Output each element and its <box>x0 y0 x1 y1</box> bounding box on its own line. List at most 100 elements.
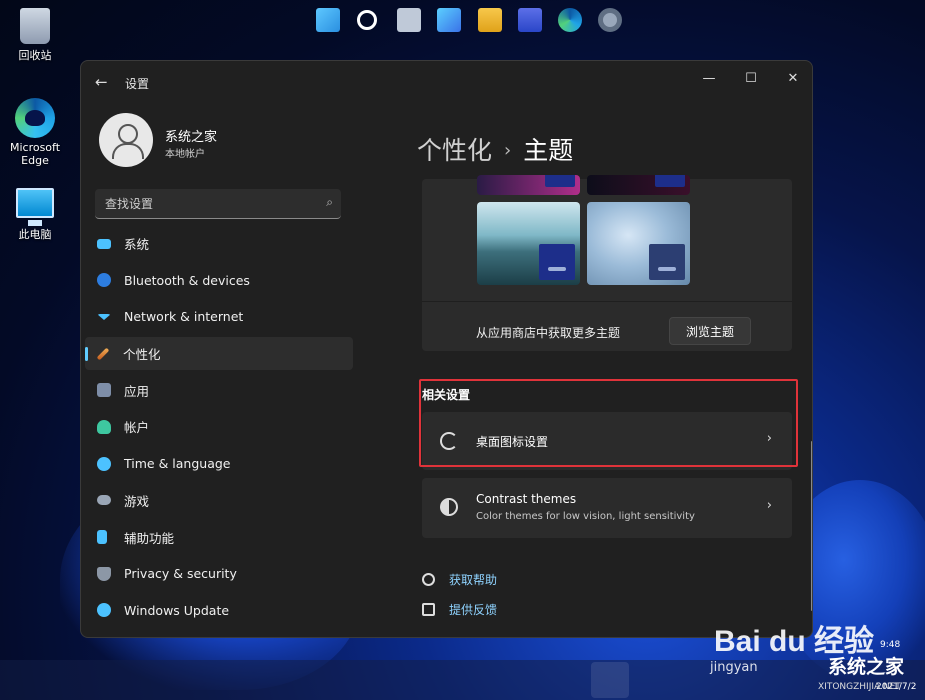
contrast-themes-label: Contrast themes <box>476 492 577 506</box>
sidebar-item-label: Network & internet <box>124 309 244 325</box>
related-settings-heading: 相关设置 <box>422 388 471 402</box>
sidebar-item-label: 帐户 <box>124 420 150 436</box>
sidebar-item-label: 辅助功能 <box>124 530 175 546</box>
sidebar-item-label: Time & language <box>124 456 231 472</box>
desktop-icon-settings-card[interactable]: 桌面图标设置 › <box>422 412 792 470</box>
chevron-right-icon: › <box>766 498 772 513</box>
sidebar-item-label: 应用 <box>124 383 150 399</box>
scrollbar[interactable] <box>811 441 812 611</box>
theme-preview-window <box>655 175 685 187</box>
watermark-pinyin: XITONGZHIJIA.NET <box>818 682 901 692</box>
edge-icon[interactable] <box>558 8 582 32</box>
give-feedback-link[interactable]: 提供反馈 <box>422 601 497 618</box>
widgets-icon[interactable] <box>437 8 461 32</box>
sidebar-item-bluetooth[interactable]: Bluetooth & devices <box>85 264 353 297</box>
watermark: Bai du 经验 jingyan 系统之家 XITONGZHIJIA.NET <box>710 610 925 700</box>
gamepad-icon <box>97 495 111 506</box>
feedback-icon <box>422 603 435 616</box>
desktop-icon-label: Microsoft Edge <box>9 141 61 167</box>
chevron-right-icon: › <box>504 140 512 161</box>
theme-preview-window <box>649 244 685 280</box>
breadcrumb: 个性化 › 主题 <box>417 131 573 167</box>
recycle-bin-icon <box>20 8 50 44</box>
taskbar-active-indicator <box>591 662 629 698</box>
sidebar-item-time-language[interactable]: Time & language <box>85 447 353 480</box>
divider <box>422 301 792 302</box>
desktop-icon-edge[interactable]: Microsoft Edge <box>4 98 66 167</box>
desktop-icon-settings-label: 桌面图标设置 <box>476 435 549 449</box>
contrast-themes-card[interactable]: Contrast themes Color themes for low vis… <box>422 478 792 538</box>
update-icon <box>97 603 111 618</box>
account-type: 本地帐户 <box>165 149 205 160</box>
task-view-icon[interactable] <box>397 8 421 32</box>
sidebar-item-apps[interactable]: 应用 <box>85 374 353 407</box>
search-box: ⌕ <box>95 189 341 219</box>
sidebar-item-gaming[interactable]: 游戏 <box>85 484 353 517</box>
give-feedback-label: 提供反馈 <box>449 603 498 617</box>
settings-window: ← 设置 — ☐ ✕ 系统之家 本地帐户 ⌕ 系统 Bluetooth & de… <box>80 60 813 638</box>
breadcrumb-parent[interactable]: 个性化 <box>417 136 492 165</box>
sidebar-item-label: 游戏 <box>124 493 150 509</box>
sidebar-item-network[interactable]: Network & internet <box>85 300 353 333</box>
desktop-icon-this-pc[interactable]: 此电脑 <box>4 188 66 242</box>
sidebar-item-label: Windows Update <box>124 602 230 618</box>
minimize-button[interactable]: — <box>689 67 729 91</box>
contrast-themes-description: Color themes for low vision, light sensi… <box>476 511 695 522</box>
desktop-icon-recycle-bin[interactable]: 回收站 <box>4 8 66 63</box>
store-themes-text: 从应用商店中获取更多主题 <box>476 326 621 340</box>
bluetooth-icon <box>97 273 111 288</box>
search-icon[interactable] <box>357 10 377 30</box>
theme-thumbnail-glow[interactable] <box>477 202 580 285</box>
apps-icon <box>97 383 111 398</box>
sidebar-item-personalization[interactable]: 个性化 <box>85 337 353 371</box>
sidebar-item-label: Bluetooth & devices <box>124 272 250 288</box>
theme-thumbnail[interactable] <box>587 175 690 195</box>
globe-clock-icon <box>97 456 111 471</box>
desktop-icon-label: 此电脑 <box>18 228 52 241</box>
title-bar: ← 设置 — ☐ ✕ <box>81 61 812 103</box>
sidebar-item-accounts[interactable]: 帐户 <box>85 410 353 443</box>
settings-gear-icon[interactable] <box>598 8 622 32</box>
themes-gallery-card: 从应用商店中获取更多主题 浏览主题 <box>422 175 792 351</box>
sidebar-item-label: 系统 <box>124 237 150 252</box>
maximize-button[interactable]: ☐ <box>731 67 771 91</box>
get-help-label: 获取帮助 <box>449 573 498 587</box>
desktop-icon-label: 回收站 <box>18 49 52 62</box>
back-arrow-icon[interactable]: ← <box>95 73 108 91</box>
accessibility-icon <box>97 530 107 544</box>
watermark-jingyan: jingyan <box>710 660 758 675</box>
window-title: 设置 <box>125 77 150 91</box>
theme-preview-window <box>539 244 575 280</box>
page-title: 主题 <box>523 136 574 165</box>
start-icon[interactable] <box>316 8 340 32</box>
watermark-site: 系统之家 <box>828 656 905 678</box>
sidebar-item-windows-update[interactable]: Windows Update <box>85 594 353 627</box>
theme-preview-window <box>545 175 575 187</box>
close-button[interactable]: ✕ <box>773 67 812 91</box>
browse-themes-button[interactable]: 浏览主题 <box>669 317 751 345</box>
sidebar-item-accessibility[interactable]: 辅助功能 <box>85 521 353 554</box>
theme-thumbnail-flow[interactable] <box>587 202 690 285</box>
system-icon <box>97 238 111 249</box>
help-icon <box>422 573 435 586</box>
brush-icon <box>96 347 110 360</box>
sidebar-nav: 系统 Bluetooth & devices Network & interne… <box>85 227 353 631</box>
wifi-icon <box>97 313 111 320</box>
theme-thumbnail[interactable] <box>477 175 580 195</box>
search-input[interactable] <box>105 195 305 213</box>
sidebar-item-label: Privacy & security <box>124 566 237 582</box>
user-profile[interactable]: 系统之家 本地帐户 <box>99 113 217 167</box>
edge-icon <box>15 98 55 138</box>
search-icon[interactable]: ⌕ <box>326 195 333 210</box>
person-icon <box>97 419 111 434</box>
sidebar-item-system[interactable]: 系统 <box>85 227 353 260</box>
get-help-link[interactable]: 获取帮助 <box>422 571 497 588</box>
sidebar-item-privacy[interactable]: Privacy & security <box>85 557 353 590</box>
store-icon[interactable] <box>518 8 542 32</box>
file-explorer-icon[interactable] <box>478 8 502 32</box>
computer-icon <box>16 188 54 226</box>
avatar <box>99 113 153 167</box>
chevron-right-icon: › <box>766 431 772 446</box>
sidebar-item-label: 个性化 <box>123 347 161 363</box>
contrast-icon <box>440 498 458 516</box>
